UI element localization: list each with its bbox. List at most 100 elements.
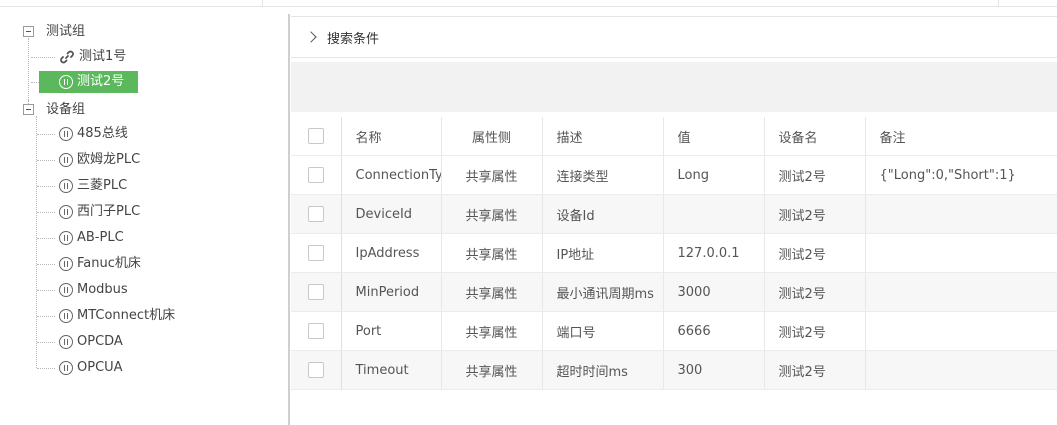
collapse-toggle-icon[interactable] xyxy=(23,104,34,115)
attr-remark-cell xyxy=(865,311,1057,351)
tree-connector xyxy=(37,160,55,161)
pause-circle-icon xyxy=(59,361,73,375)
tree-item-label: 测试1号 xyxy=(79,49,127,64)
tree-item[interactable]: MTConnect机床 xyxy=(55,305,180,327)
attr-side-cell: 共享属性 xyxy=(441,350,543,390)
attr-side-cell: 共享属性 xyxy=(441,194,543,234)
attr-remark-cell xyxy=(865,350,1057,390)
tree-item[interactable]: OPCDA xyxy=(55,331,128,353)
pause-circle-icon xyxy=(59,309,73,323)
row-select-cell xyxy=(291,233,342,273)
column-header-remark[interactable]: 备注 xyxy=(865,117,1057,156)
tree-connector xyxy=(36,116,37,368)
tree-item[interactable]: Fanuc机床 xyxy=(55,253,146,275)
attr-description-cell: IP地址 xyxy=(542,233,664,273)
attr-side-cell: 共享属性 xyxy=(441,272,543,312)
tab-divider xyxy=(998,0,999,6)
tree-connector xyxy=(37,212,55,213)
device-tree: 测试组 测试1号 测试2号 设备组 485总线欧姆龙PLC 三菱PLC 西门子PLC… xyxy=(0,10,288,425)
row-checkbox[interactable] xyxy=(307,167,324,183)
column-header-name[interactable]: 名称 xyxy=(341,117,442,156)
attr-name-cell: DeviceId xyxy=(341,194,442,234)
tree-item[interactable]: 485总线 xyxy=(55,123,133,145)
pause-circle-icon xyxy=(59,179,73,193)
table-row[interactable]: Timeout 共享属性 超时时间ms 300 测试2号 xyxy=(291,350,1057,390)
select-all-checkbox[interactable] xyxy=(307,128,324,144)
pause-circle-icon xyxy=(59,335,73,349)
row-checkbox[interactable] xyxy=(307,323,324,339)
collapse-toggle-icon[interactable] xyxy=(23,26,34,37)
row-select-cell xyxy=(291,155,342,195)
tree-connector xyxy=(37,264,55,265)
table-row[interactable]: MinPeriod 共享属性 最小通讯周期ms 3000 测试2号 xyxy=(291,272,1057,312)
tree-item-test1[interactable]: 测试1号 xyxy=(55,46,131,68)
tree-connector xyxy=(37,134,55,135)
attr-side-cell: 共享属性 xyxy=(441,155,543,195)
tree-item[interactable]: 欧姆龙PLC xyxy=(55,149,145,171)
tree-group-label[interactable]: 测试组 xyxy=(46,22,85,42)
panel-splitter[interactable] xyxy=(288,14,290,425)
attr-value-cell: 127.0.0.1 xyxy=(663,233,765,273)
column-header-side[interactable]: 属性侧 xyxy=(441,117,543,156)
attr-name-cell: ConnectionType xyxy=(341,155,442,195)
attr-device-cell: 测试2号 xyxy=(764,311,866,351)
tree-item-label: 485总线 xyxy=(77,126,128,141)
attr-remark-cell xyxy=(865,272,1057,312)
row-checkbox[interactable] xyxy=(307,245,324,261)
row-checkbox[interactable] xyxy=(307,206,324,222)
tree-group-label[interactable]: 设备组 xyxy=(46,100,85,120)
attr-value-cell xyxy=(663,194,765,234)
column-header-description[interactable]: 描述 xyxy=(542,117,664,156)
attr-name-cell: Port xyxy=(341,311,442,351)
pause-circle-icon xyxy=(59,257,73,271)
pause-circle-icon xyxy=(59,231,73,245)
table-header-row: 名称 属性侧 描述 值 设备名 备注 xyxy=(291,117,1057,156)
attr-device-cell: 测试2号 xyxy=(764,350,866,390)
column-header-device[interactable]: 设备名 xyxy=(764,117,866,156)
attr-side-cell: 共享属性 xyxy=(441,311,543,351)
tree-item-label: OPCUA xyxy=(77,360,123,375)
attr-value-cell: 3000 xyxy=(663,272,765,312)
tree-item-label: 测试2号 xyxy=(77,74,125,89)
attr-side-cell: 共享属性 xyxy=(441,233,543,273)
table-row[interactable]: ConnectionType共享属性连接类型Long测试2号{"Long":0,… xyxy=(291,155,1057,195)
attr-description-cell: 最小通讯周期ms xyxy=(542,272,664,312)
attr-name-cell: Timeout xyxy=(341,350,442,390)
column-header-value[interactable]: 值 xyxy=(663,117,765,156)
tree-connector xyxy=(37,186,55,187)
toolbar-area xyxy=(291,62,1057,112)
table-row[interactable]: DeviceId 共享属性 设备Id 测试2号 xyxy=(291,194,1057,234)
row-checkbox[interactable] xyxy=(307,362,324,378)
tree-item[interactable]: AB-PLC xyxy=(55,227,129,249)
attr-value-cell: Long xyxy=(663,155,765,195)
attr-device-cell: 测试2号 xyxy=(764,233,866,273)
attr-name-cell: MinPeriod xyxy=(341,272,442,312)
attr-description-cell: 设备Id xyxy=(542,194,664,234)
tree-item-test2[interactable]: 测试2号 xyxy=(39,71,138,93)
tree-item[interactable]: 三菱PLC xyxy=(55,175,132,197)
tree-item-label: MTConnect机床 xyxy=(77,308,176,323)
pause-circle-icon xyxy=(59,205,73,219)
tree-item-label: 西门子PLC xyxy=(77,204,141,219)
row-select-cell xyxy=(291,311,342,351)
tree-connector xyxy=(28,38,29,100)
pause-circle-icon xyxy=(59,75,73,89)
tree-connector xyxy=(37,316,55,317)
row-checkbox[interactable] xyxy=(307,284,324,300)
tree-item-label: 三菱PLC xyxy=(77,178,128,193)
attr-value-cell: 300 xyxy=(663,350,765,390)
table-row[interactable]: IpAddress 共享属性 IP地址 127.0.0.1 测试2号 xyxy=(291,233,1057,273)
tree-item[interactable]: Modbus xyxy=(55,279,133,301)
tree-item-label: Fanuc机床 xyxy=(77,256,141,271)
tree-item[interactable]: OPCUA xyxy=(55,357,128,379)
tree-item-label: AB-PLC xyxy=(77,230,124,245)
pause-circle-icon xyxy=(59,127,73,141)
row-select-cell xyxy=(291,194,342,234)
pause-circle-icon xyxy=(59,153,73,167)
table-row[interactable]: Port 共享属性 端口号 6666 测试2号 xyxy=(291,311,1057,351)
attr-remark-cell xyxy=(865,194,1057,234)
search-conditions-bar[interactable]: 搜索条件 xyxy=(291,16,1057,58)
pause-circle-icon xyxy=(59,283,73,297)
tree-item[interactable]: 西门子PLC xyxy=(55,201,145,223)
attr-device-cell: 测试2号 xyxy=(764,194,866,234)
